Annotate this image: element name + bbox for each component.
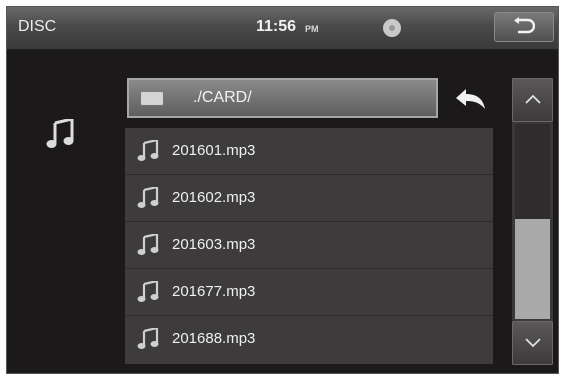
scroll-thumb[interactable] — [515, 219, 550, 319]
scrollbar[interactable] — [512, 78, 553, 365]
file-name: 201601.mp3 — [172, 142, 256, 159]
file-list: 201601.mp3 201602.mp3 201603.mp3 201677.… — [125, 128, 493, 364]
list-item[interactable]: 201603.mp3 — [125, 222, 493, 269]
music-note-icon — [46, 119, 74, 148]
folder-icon — [141, 92, 163, 105]
return-arrow-icon — [514, 17, 535, 34]
music-note-icon — [137, 187, 159, 208]
head-unit-screen: DISC 11:56 PM ./CARD/ 201601.mp3 201602.… — [6, 6, 559, 374]
scroll-up-button[interactable] — [512, 78, 553, 122]
scroll-down-button[interactable] — [512, 321, 553, 365]
file-name: 201603.mp3 — [172, 236, 256, 253]
list-item[interactable]: 201688.mp3 — [125, 316, 493, 363]
folder-path-field[interactable]: ./CARD/ — [127, 78, 438, 118]
music-note-icon — [137, 140, 159, 161]
status-bar: DISC 11:56 PM — [7, 7, 558, 50]
list-item[interactable]: 201601.mp3 — [125, 128, 493, 175]
music-note-icon — [137, 234, 159, 255]
file-name: 201688.mp3 — [172, 330, 256, 347]
curved-arrow-icon[interactable] — [456, 87, 486, 111]
list-item[interactable]: 201677.mp3 — [125, 269, 493, 316]
back-button[interactable] — [494, 12, 554, 42]
disc-icon — [383, 19, 401, 37]
folder-path: ./CARD/ — [193, 89, 252, 106]
chevron-down-icon — [525, 338, 541, 348]
source-label: DISC — [18, 18, 57, 35]
clock-ampm: PM — [305, 24, 319, 34]
file-name: 201602.mp3 — [172, 189, 256, 206]
music-note-icon — [137, 281, 159, 302]
clock: 11:56 — [256, 18, 297, 35]
list-item[interactable]: 201602.mp3 — [125, 175, 493, 222]
music-note-icon — [137, 328, 159, 349]
file-name: 201677.mp3 — [172, 283, 256, 300]
chevron-up-icon — [525, 94, 541, 104]
